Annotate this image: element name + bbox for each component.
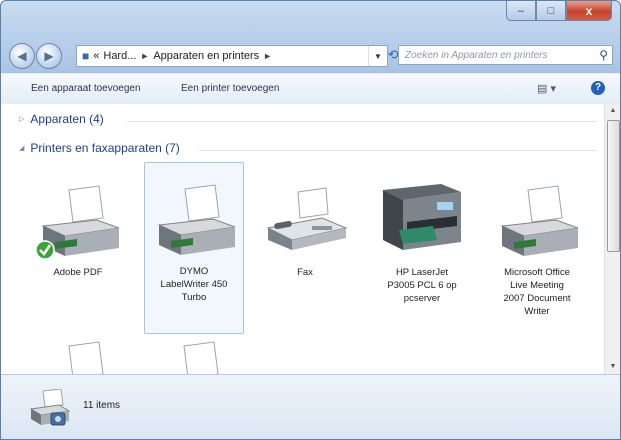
group-title: Apparaten (4) bbox=[30, 112, 104, 126]
breadcrumb-hardware[interactable]: Hard... bbox=[103, 50, 136, 62]
device-list: ▷ Apparaten (4) ◢ Printers en faxapparat… bbox=[1, 104, 604, 374]
devices-and-printers-icon bbox=[29, 389, 71, 426]
printer-label: Fax bbox=[297, 267, 313, 278]
search-placeholder: Zoeken in Apparaten en printers bbox=[405, 49, 548, 61]
scroll-up-arrow-icon[interactable]: ▲ bbox=[605, 104, 620, 118]
back-button[interactable]: ◀ bbox=[9, 43, 35, 69]
search-icon[interactable]: ⚲ bbox=[599, 48, 608, 62]
details-pane: 11 items bbox=[1, 374, 620, 439]
back-arrow-icon: ◀ bbox=[17, 49, 27, 63]
add-device-button[interactable]: Een apparaat toevoegen bbox=[31, 83, 141, 94]
fax-icon bbox=[266, 187, 348, 250]
breadcrumb-separator-icon[interactable]: ► bbox=[263, 51, 272, 61]
printer-icon bbox=[157, 184, 236, 255]
address-bar[interactable]: ■ « Hard... ► Apparaten en printers ► ▼ bbox=[76, 45, 388, 67]
scroll-down-arrow-icon[interactable]: ▼ bbox=[605, 360, 620, 374]
forward-button[interactable]: ▶ bbox=[36, 43, 62, 69]
vertical-scrollbar[interactable]: ▲ ▼ bbox=[604, 104, 620, 374]
fax-item[interactable]: Fax bbox=[256, 184, 354, 279]
item-count: 11 items bbox=[83, 400, 121, 411]
printer-item[interactable]: HP LaserJet P3005 PCL 6 op pcserver bbox=[373, 180, 471, 305]
group-divider bbox=[127, 121, 597, 122]
command-bar: Een apparaat toevoegen Een printer toevo… bbox=[1, 73, 620, 105]
printer-label: DYMO LabelWriter 450 Turbo bbox=[160, 266, 228, 303]
close-button[interactable]: x bbox=[566, 1, 612, 21]
help-icon[interactable]: ? bbox=[591, 81, 605, 95]
group-header-devices[interactable]: ▷ Apparaten (4) bbox=[19, 112, 104, 126]
printer-icon bbox=[68, 341, 104, 374]
explorer-window: – □ x ◀ ▶ ■ « Hard... ► Apparaten en pri… bbox=[0, 0, 621, 440]
group-title: Printers en faxapparaten (7) bbox=[30, 141, 180, 155]
breadcrumb-devices-printers[interactable]: Apparaten en printers bbox=[153, 50, 259, 62]
printer-item[interactable] bbox=[29, 340, 127, 374]
collapse-arrow-icon[interactable]: ◢ bbox=[19, 144, 24, 152]
group-header-printers[interactable]: ◢ Printers en faxapparaten (7) bbox=[19, 141, 180, 155]
scrollbar-thumb[interactable] bbox=[607, 120, 620, 252]
navigation-bar: ◀ ▶ ■ « Hard... ► Apparaten en printers … bbox=[9, 43, 613, 69]
printer-label: Adobe PDF bbox=[53, 267, 103, 278]
printer-icon bbox=[183, 341, 219, 374]
printer-icon bbox=[500, 185, 579, 256]
printer-item[interactable]: Adobe PDF bbox=[29, 184, 127, 279]
printer-icon bbox=[35, 185, 120, 260]
printer-item-selected[interactable]: DYMO LabelWriter 450 Turbo bbox=[144, 162, 244, 334]
expand-arrow-icon[interactable]: ▷ bbox=[19, 115, 24, 123]
caption-buttons: – □ x bbox=[506, 1, 612, 23]
breadcrumb-overflow[interactable]: « bbox=[93, 50, 99, 62]
multifunction-printer-icon bbox=[383, 184, 461, 250]
forward-arrow-icon: ▶ bbox=[44, 49, 54, 63]
minimize-button[interactable]: – bbox=[506, 1, 536, 21]
add-printer-button[interactable]: Een printer toevoegen bbox=[181, 83, 279, 94]
search-input[interactable]: Zoeken in Apparaten en printers ⚲ bbox=[398, 45, 613, 65]
printer-item[interactable]: Microsoft Office Live Meeting 2007 Docum… bbox=[488, 184, 586, 318]
breadcrumb-separator-icon[interactable]: ► bbox=[140, 51, 149, 61]
group-divider bbox=[199, 150, 597, 151]
printer-label: HP LaserJet P3005 PCL 6 op pcserver bbox=[387, 267, 457, 304]
printer-item[interactable] bbox=[144, 340, 242, 374]
devices-folder-icon: ■ bbox=[82, 49, 90, 63]
printer-label: Microsoft Office Live Meeting 2007 Docum… bbox=[503, 267, 571, 317]
maximize-button[interactable]: □ bbox=[536, 1, 566, 21]
views-icon[interactable]: ▤ ▾ bbox=[537, 82, 556, 95]
